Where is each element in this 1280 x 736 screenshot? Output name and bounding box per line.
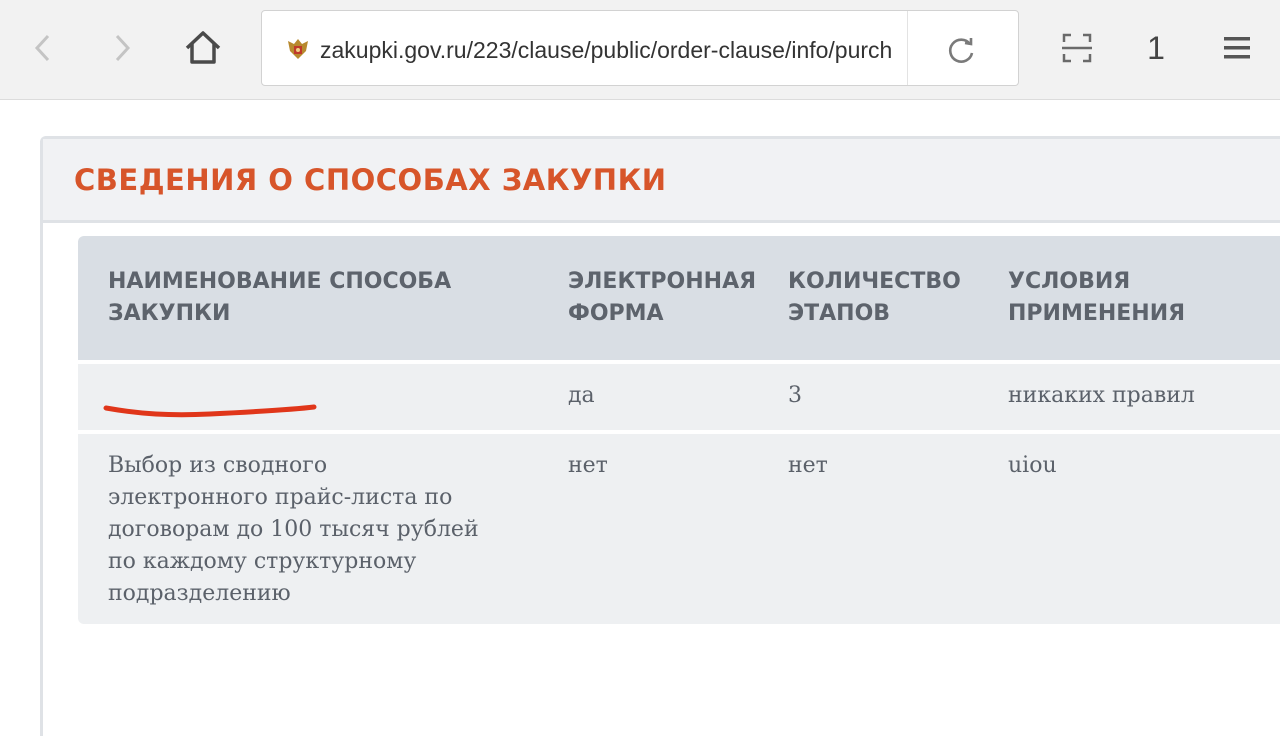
coat-of-arms-icon [288,39,308,59]
scan-button[interactable] [1056,28,1098,68]
page-title: СВЕДЕНИЯ О СПОСОБАХ ЗАКУПКИ [74,163,667,197]
cell-conditions: uiou [1008,453,1057,478]
tab-count-button[interactable]: 1 [1138,26,1174,70]
forward-button[interactable] [102,28,142,68]
cell-electronic-form: нет [568,453,608,478]
cell-conditions: никаких правил [1008,383,1195,408]
cell-method-name: Выбор из сводного электронного прайс-лис… [108,453,479,606]
chevron-right-icon [115,34,131,62]
address-bar[interactable]: zakupki.gov.ru/223/clause/public/order-c… [261,10,1019,86]
header-method-name[interactable]: НАИМЕНОВАНИЕ СПОСОБА ЗАКУПКИ [108,236,451,360]
url-divider [907,11,908,85]
menu-button[interactable] [1216,30,1258,66]
header-electronic-form[interactable]: ЭЛЕКТРОННАЯ ФОРМА [568,236,756,360]
purchase-methods-table: НАИМЕНОВАНИЕ СПОСОБА ЗАКУПКИ ЭЛЕКТРОННАЯ… [78,236,1280,624]
scan-icon [1062,33,1092,63]
hamburger-menu-icon [1224,37,1250,59]
back-button[interactable] [24,28,64,68]
home-icon [185,31,221,64]
cell-stage-count: нет [788,453,828,478]
browser-toolbar: zakupki.gov.ru/223/clause/public/order-c… [0,0,1280,100]
cell-electronic-form: да [568,383,595,408]
red-underline-mark [103,404,317,418]
cell-stage-count: 3 [788,383,802,408]
header-conditions[interactable]: УСЛОВИЯ ПРИМЕНЕНИЯ [1008,236,1280,360]
header-stage-count[interactable]: КОЛИЧЕСТВО ЭТАПОВ [788,236,961,360]
reload-icon[interactable] [944,33,978,67]
chevron-left-icon [34,34,50,62]
panel-header: СВЕДЕНИЯ О СПОСОБАХ ЗАКУПКИ [43,139,1280,223]
url-text[interactable]: zakupki.gov.ru/223/clause/public/order-c… [320,33,892,67]
table-row: Выбор из сводного электронного прайс-лис… [78,434,1280,624]
table-header: НАИМЕНОВАНИЕ СПОСОБА ЗАКУПКИ ЭЛЕКТРОННАЯ… [78,236,1280,360]
home-button[interactable] [180,26,226,70]
